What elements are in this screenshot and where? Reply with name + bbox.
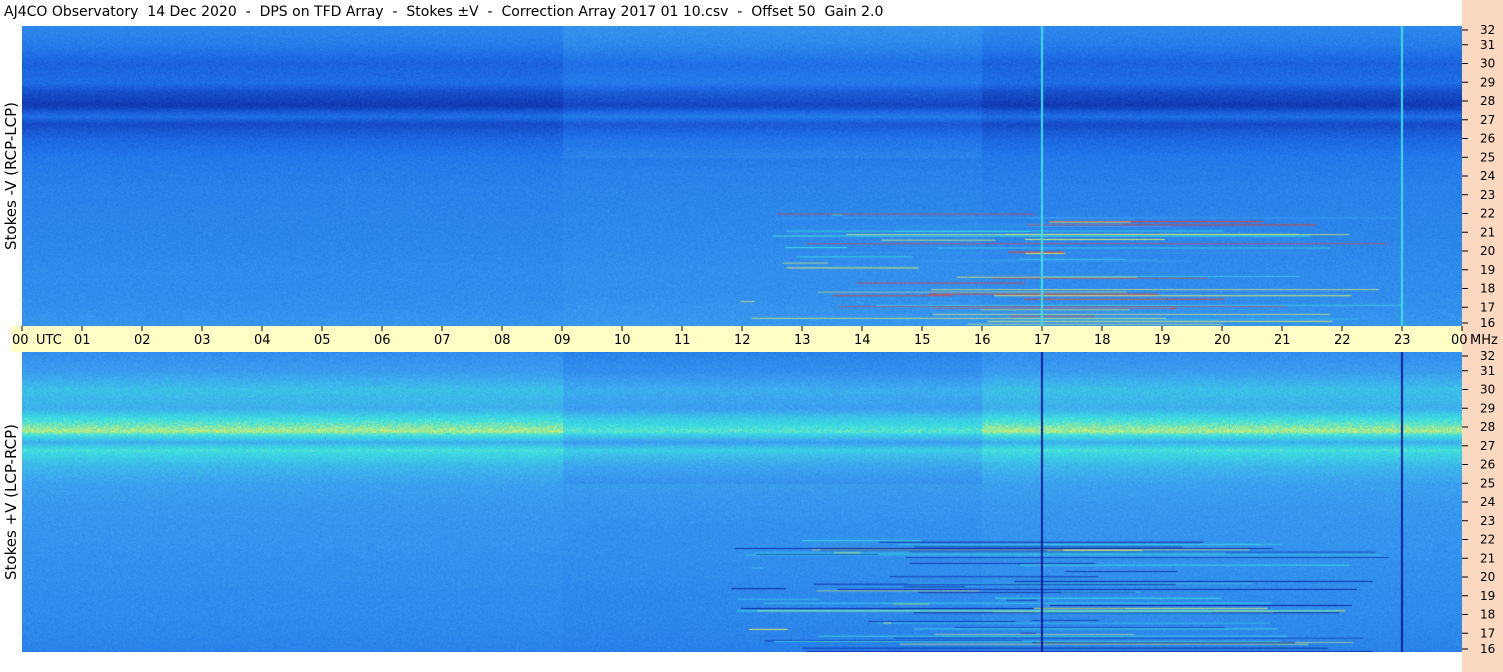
frequency-tick-label: 31 — [1480, 38, 1495, 52]
frequency-tick-label: 23 — [1480, 514, 1495, 528]
time-tick-label: 04 — [254, 333, 271, 348]
time-tick-label: 12 — [734, 333, 751, 348]
frequency-tick-label: 19 — [1480, 263, 1495, 277]
frequency-tick-label: 18 — [1480, 608, 1495, 622]
time-tick-label: 00 — [1451, 333, 1468, 348]
time-tick-label: 18 — [1094, 333, 1111, 348]
frequency-tick-label: 27 — [1480, 439, 1495, 453]
time-tick-label: 19 — [1154, 333, 1171, 348]
time-tick-label: 16 — [974, 333, 991, 348]
frequency-tick-label: 25 — [1480, 150, 1495, 164]
time-tick-label: 09 — [554, 333, 571, 348]
time-tick-label: 22 — [1334, 333, 1351, 348]
chart-axes: 1617181920212223242526272829303132161718… — [12, 23, 1498, 656]
frequency-tick-label: 29 — [1480, 75, 1495, 89]
frequency-tick-label: 17 — [1480, 626, 1495, 640]
frequency-tick-label: 23 — [1480, 188, 1495, 202]
time-tick-label: 20 — [1214, 333, 1231, 348]
frequency-tick-label: 24 — [1480, 169, 1495, 183]
frequency-tick-label: 32 — [1480, 23, 1495, 37]
frequency-tick-label: 30 — [1480, 383, 1495, 397]
frequency-tick-label: 22 — [1480, 207, 1495, 221]
frequency-tick-label: 20 — [1480, 244, 1495, 258]
frequency-tick-label: 21 — [1480, 551, 1495, 565]
time-tick-label: 17 — [1034, 333, 1051, 348]
time-tick-label: 11 — [674, 333, 691, 348]
frequency-tick-label: 28 — [1480, 420, 1495, 434]
frequency-tick-label: 25 — [1480, 476, 1495, 490]
time-tick-label: 15 — [914, 333, 931, 348]
time-tick-label: 01 — [74, 333, 91, 348]
time-tick-label: 08 — [494, 333, 511, 348]
frequency-tick-label: 28 — [1480, 94, 1495, 108]
frequency-tick-label: 16 — [1480, 316, 1495, 330]
time-axis-label: UTC — [36, 333, 62, 348]
frequency-tick-label: 21 — [1480, 225, 1495, 239]
time-tick-label: 14 — [854, 333, 871, 348]
time-tick-label: 03 — [194, 333, 211, 348]
frequency-tick-label: 27 — [1480, 113, 1495, 127]
frequency-tick-label: 29 — [1480, 401, 1495, 415]
time-tick-label: 00 — [12, 333, 29, 348]
time-tick-label: 05 — [314, 333, 331, 348]
frequency-axis-label: MHz — [1470, 333, 1498, 348]
frequency-tick-label: 19 — [1480, 589, 1495, 603]
time-tick-label: 07 — [434, 333, 451, 348]
frequency-tick-label: 16 — [1480, 642, 1495, 656]
time-tick-label: 23 — [1394, 333, 1411, 348]
frequency-tick-label: 26 — [1480, 132, 1495, 146]
frequency-tick-label: 20 — [1480, 570, 1495, 584]
frequency-tick-label: 24 — [1480, 495, 1495, 509]
time-tick-label: 06 — [374, 333, 391, 348]
frequency-tick-label: 30 — [1480, 57, 1495, 71]
frequency-tick-label: 18 — [1480, 282, 1495, 296]
frequency-tick-label: 26 — [1480, 458, 1495, 472]
frequency-tick-label: 17 — [1480, 300, 1495, 314]
frequency-tick-label: 31 — [1480, 364, 1495, 378]
frequency-tick-label: 22 — [1480, 533, 1495, 547]
time-tick-label: 13 — [794, 333, 811, 348]
time-tick-label: 21 — [1274, 333, 1291, 348]
time-tick-label: 02 — [134, 333, 151, 348]
time-tick-label: 10 — [614, 333, 631, 348]
frequency-tick-label: 32 — [1480, 349, 1495, 363]
